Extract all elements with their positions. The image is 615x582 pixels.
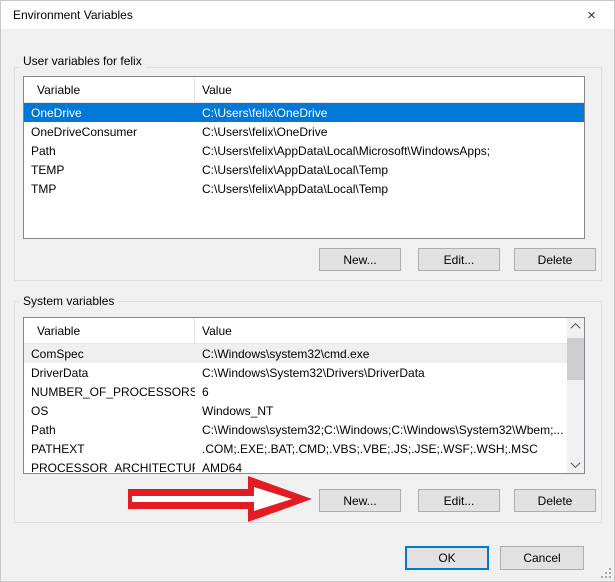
cell-value: C:\Users\felix\AppData\Local\Temp	[195, 182, 584, 196]
cell-value: C:\Users\felix\AppData\Local\Temp	[195, 163, 584, 177]
scroll-up-button[interactable]	[567, 318, 584, 335]
window-title: Environment Variables	[13, 1, 133, 29]
cell-value: .COM;.EXE;.BAT;.CMD;.VBS;.VBE;.JS;.JSE;.…	[195, 442, 567, 456]
cell-variable: DriverData	[24, 366, 195, 380]
close-icon: ×	[587, 8, 596, 23]
cell-variable: Path	[24, 144, 195, 158]
cell-value: C:\Users\felix\OneDrive	[195, 106, 584, 120]
resize-grip[interactable]	[601, 568, 611, 578]
user-edit-button[interactable]: Edit...	[418, 248, 500, 271]
environment-variables-dialog: Environment Variables × User variables f…	[0, 0, 615, 582]
cell-variable: OneDrive	[24, 106, 195, 120]
user-new-button[interactable]: New...	[319, 248, 401, 271]
user-variables-label: User variables for felix	[19, 54, 146, 68]
cell-variable: PATHEXT	[24, 442, 195, 456]
close-button[interactable]: ×	[569, 1, 614, 29]
cell-variable: Path	[24, 423, 195, 437]
table-row-os[interactable]: OS Windows_NT	[24, 401, 567, 420]
system-table-header: Variable Value	[24, 318, 567, 344]
cell-value: C:\Users\felix\OneDrive	[195, 125, 584, 139]
cell-value: 6	[195, 385, 567, 399]
cell-variable: TMP	[24, 182, 195, 196]
cell-variable: NUMBER_OF_PROCESSORS	[24, 385, 195, 399]
table-row-pathext[interactable]: PATHEXT .COM;.EXE;.BAT;.CMD;.VBS;.VBE;.J…	[24, 439, 567, 458]
system-variables-label: System variables	[19, 294, 118, 308]
cell-value: AMD64	[195, 461, 567, 475]
column-header-value[interactable]: Value	[195, 77, 584, 102]
system-edit-button[interactable]: Edit...	[418, 489, 500, 512]
table-row-path-system[interactable]: Path C:\Windows\system32;C:\Windows;C:\W…	[24, 420, 567, 439]
table-row-onedrive[interactable]: OneDrive C:\Users\felix\OneDrive	[24, 103, 584, 122]
column-header-variable[interactable]: Variable	[24, 318, 195, 343]
cell-value: Windows_NT	[195, 404, 567, 418]
table-row-processor-architecture[interactable]: PROCESSOR_ARCHITECTURE AMD64	[24, 458, 567, 474]
scrollbar-thumb[interactable]	[567, 338, 584, 380]
table-row-number-of-processors[interactable]: NUMBER_OF_PROCESSORS 6	[24, 382, 567, 401]
chevron-down-icon	[571, 458, 581, 468]
user-table-header: Variable Value	[24, 77, 584, 103]
cancel-button[interactable]: Cancel	[500, 546, 584, 570]
user-variables-table: Variable Value OneDrive C:\Users\felix\O…	[23, 76, 585, 239]
table-row-driverdata[interactable]: DriverData C:\Windows\System32\Drivers\D…	[24, 363, 567, 382]
cell-value: C:\Windows\system32\cmd.exe	[195, 347, 567, 361]
table-row-temp[interactable]: TEMP C:\Users\felix\AppData\Local\Temp	[24, 160, 584, 179]
cell-variable: ComSpec	[24, 347, 195, 361]
user-delete-button[interactable]: Delete	[514, 248, 596, 271]
table-row-onedriveconsumer[interactable]: OneDriveConsumer C:\Users\felix\OneDrive	[24, 122, 584, 141]
cell-value: C:\Users\felix\AppData\Local\Microsoft\W…	[195, 144, 584, 158]
table-row-tmp[interactable]: TMP C:\Users\felix\AppData\Local\Temp	[24, 179, 584, 198]
cell-variable: OS	[24, 404, 195, 418]
cell-value: C:\Windows\system32;C:\Windows;C:\Window…	[195, 423, 567, 437]
system-new-button[interactable]: New...	[319, 489, 401, 512]
system-delete-button[interactable]: Delete	[514, 489, 596, 512]
system-variables-table: Variable Value ComSpec C:\Windows\system…	[23, 317, 585, 474]
cell-variable: OneDriveConsumer	[24, 125, 195, 139]
cell-variable: PROCESSOR_ARCHITECTURE	[24, 461, 195, 475]
window-titlebar: Environment Variables ×	[1, 1, 614, 29]
cell-variable: TEMP	[24, 163, 195, 177]
column-header-value[interactable]: Value	[195, 318, 567, 343]
ok-button[interactable]: OK	[405, 546, 489, 570]
table-row-path[interactable]: Path C:\Users\felix\AppData\Local\Micros…	[24, 141, 584, 160]
scroll-down-button[interactable]	[567, 456, 584, 473]
chevron-up-icon	[571, 323, 581, 333]
column-header-variable[interactable]: Variable	[24, 77, 195, 102]
table-row-comspec[interactable]: ComSpec C:\Windows\system32\cmd.exe	[24, 344, 567, 363]
cell-value: C:\Windows\System32\Drivers\DriverData	[195, 366, 567, 380]
vertical-scrollbar[interactable]	[567, 318, 584, 473]
